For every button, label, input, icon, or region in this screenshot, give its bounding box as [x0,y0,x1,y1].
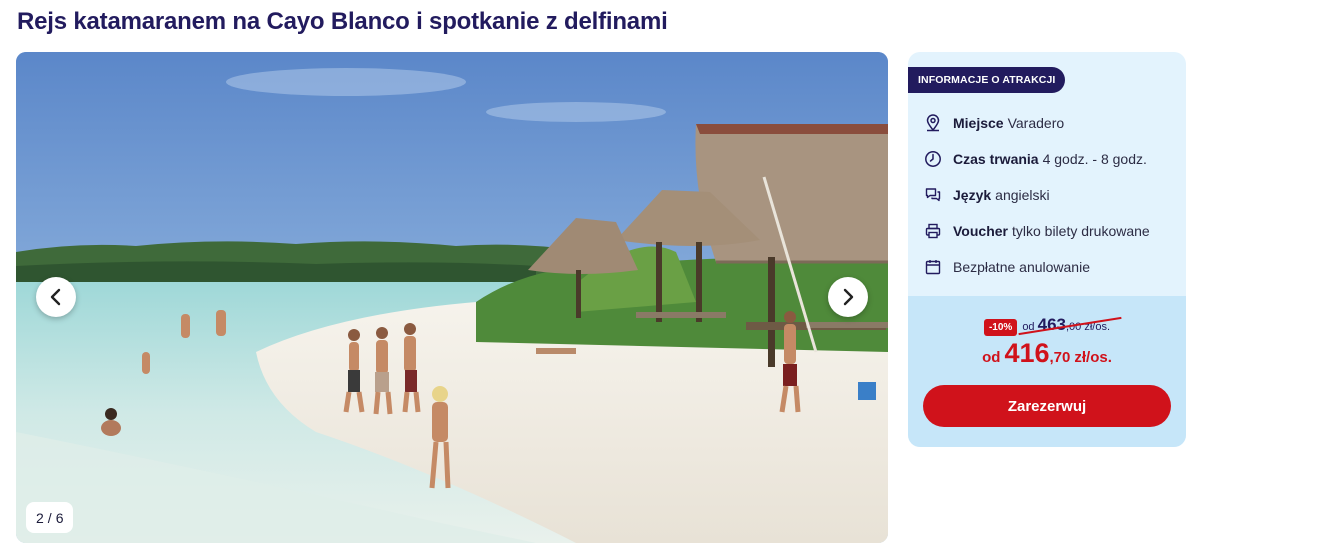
info-row-language: Język angielski [922,183,1050,207]
gallery-prev-button[interactable] [36,277,76,317]
info-row-voucher: Voucher tylko bilety drukowane [922,219,1150,243]
info-label: Miejsce [953,115,1004,131]
new-price: od 416,70 zł/os. [908,338,1186,369]
new-price-prefix: od [982,349,1001,366]
info-value: tylko bilety drukowane [1011,223,1150,239]
photo-gallery[interactable]: 2 / 6 [16,52,888,543]
gallery-next-button[interactable] [828,277,868,317]
info-label: Język [953,187,992,203]
info-row-location: Miejsce Varadero [922,111,1064,135]
page-title: Rejs katamaranem na Cayo Blanco i spotka… [17,8,668,35]
new-price-int: 416 [1004,338,1050,368]
discount-badge: -10% [983,319,1018,336]
counter-total: 6 [55,509,64,526]
new-price-unit: zł/os. [1074,349,1112,366]
info-value: 4 godz. - 8 godz. [1042,151,1147,167]
counter-separator: / [47,509,52,526]
info-label: Czas trwania [953,151,1039,167]
chevron-right-icon [843,288,854,306]
info-value: Bezpłatne anulowanie [953,259,1090,275]
speech-bubbles-icon [922,184,944,206]
price-box: -10% od 463,00 zł/os. od 416,70 zł/os. Z… [908,296,1186,447]
info-value: angielski [995,187,1050,203]
printer-icon [922,220,944,242]
beach-photo [16,52,888,543]
info-label: Voucher [953,223,1008,239]
info-row-duration: Czas trwania 4 godz. - 8 godz. [922,147,1147,171]
old-price-line: -10% od 463,00 zł/os. [908,315,1186,336]
info-row-cancellation: Bezpłatne anulowanie [922,255,1090,279]
counter-current: 2 [36,509,44,526]
attraction-info-card: INFORMACJE O ATRAKCJI Miejsce Varadero C… [908,52,1186,447]
reserve-button[interactable]: Zarezerwuj [923,385,1171,427]
location-pin-icon [922,112,944,134]
gallery-counter: 2 / 6 [26,502,74,533]
clock-icon [922,148,944,170]
calendar-icon [922,256,944,278]
old-price: od 463,00 zł/os. [1018,315,1122,336]
chevron-left-icon [50,288,61,306]
info-value: Varadero [1007,115,1065,131]
info-badge: INFORMACJE O ATRAKCJI [908,67,1066,93]
new-price-dec: ,70 [1049,349,1071,366]
